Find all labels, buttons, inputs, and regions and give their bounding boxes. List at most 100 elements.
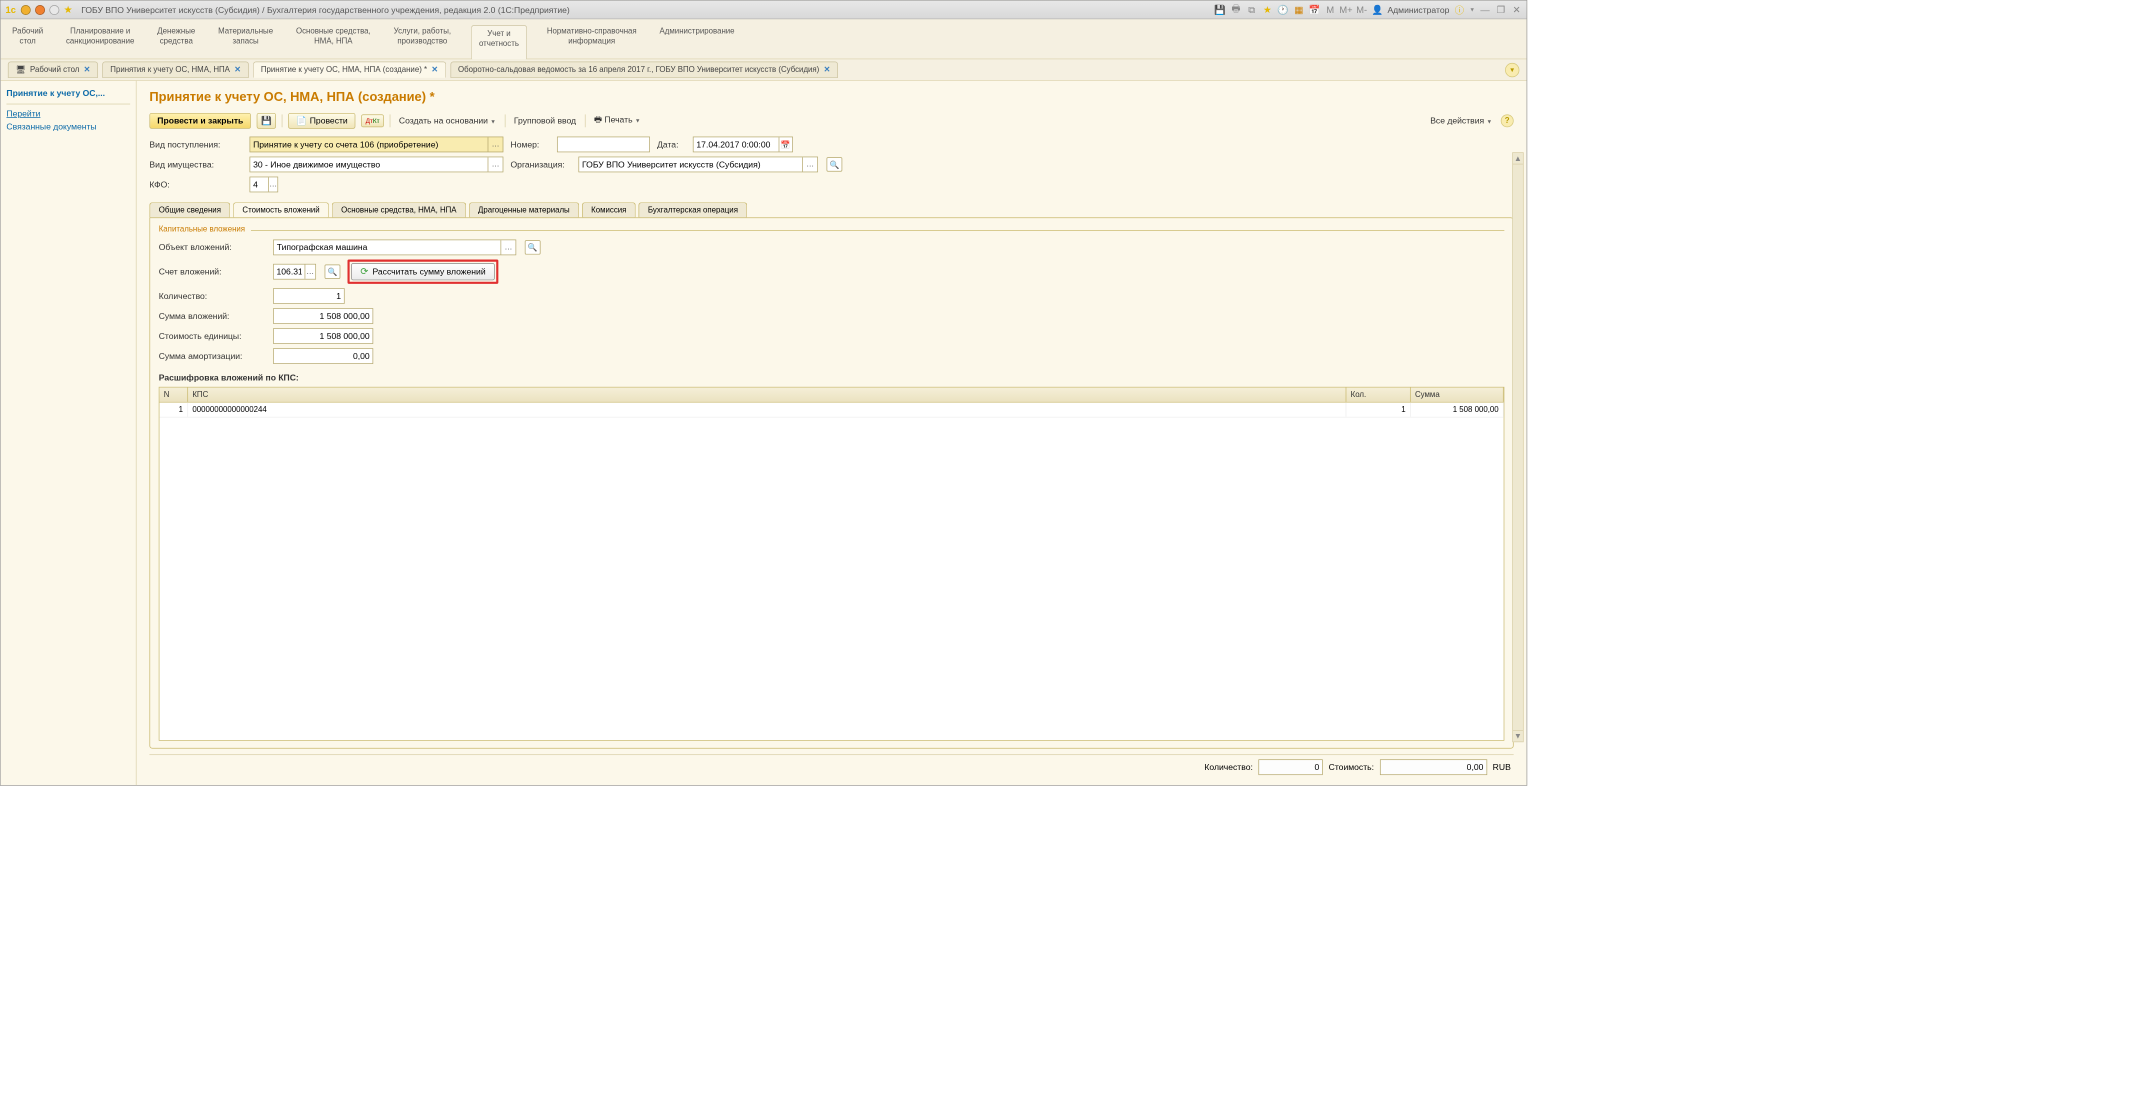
property-type-input[interactable]: …	[250, 157, 504, 173]
sidebar-link-related[interactable]: Связанные документы	[6, 122, 130, 132]
ellipsis-icon[interactable]: …	[488, 157, 503, 171]
col-kps[interactable]: КПС	[188, 388, 1346, 402]
search-icon[interactable]: 🔍	[525, 240, 541, 254]
cell-kps: 00000000000000244	[188, 403, 1346, 417]
search-icon[interactable]: 🔍	[827, 157, 843, 171]
section-services[interactable]: Услуги, работы, производство	[391, 25, 454, 48]
col-qty[interactable]: Кол.	[1346, 388, 1410, 402]
footer-currency: RUB	[1493, 762, 1511, 772]
copy-icon[interactable]: ⧉	[1246, 4, 1257, 15]
tab-close-icon[interactable]: ✕	[234, 65, 241, 74]
all-actions-button[interactable]: Все действия ▼	[1427, 114, 1495, 127]
tab-close-icon[interactable]: ✕	[431, 65, 438, 74]
m-minus-button[interactable]: M-	[1356, 4, 1367, 15]
dt-kt-button[interactable]: ДтКт	[361, 114, 384, 127]
qty-label: Количество:	[159, 291, 266, 301]
depr-input[interactable]	[273, 348, 373, 364]
window-min-icon[interactable]	[21, 5, 31, 15]
sidebar-link-goto[interactable]: Перейти	[6, 109, 130, 119]
tab-close-icon[interactable]: ✕	[824, 65, 831, 74]
org-input[interactable]: …	[578, 157, 818, 173]
number-input[interactable]	[557, 137, 650, 153]
qty-input[interactable]	[273, 288, 344, 304]
tab-assets[interactable]: Основные средства, НМА, НПА	[332, 202, 466, 217]
section-planning[interactable]: Планирование и санкционирование	[63, 25, 137, 48]
footer-cost-input[interactable]	[1380, 759, 1487, 775]
section-reference[interactable]: Нормативно-справочная информация	[544, 25, 640, 48]
kfo-input[interactable]: …	[250, 177, 279, 193]
print-icon[interactable]: 🖶	[1230, 4, 1241, 15]
tab-cost[interactable]: Стоимость вложений	[233, 202, 329, 217]
number-label: Номер:	[511, 139, 550, 149]
maximize-icon[interactable]: ❐	[1495, 4, 1506, 15]
group-input-button[interactable]: Групповой ввод	[511, 114, 579, 127]
ellipsis-icon[interactable]: …	[488, 137, 503, 151]
tab-commission[interactable]: Комиссия	[582, 202, 636, 217]
ellipsis-icon[interactable]: …	[501, 240, 516, 254]
tab-accounting-op[interactable]: Бухгалтерская операция	[639, 202, 748, 217]
tab-label: Принятия к учету ОС, НМА, НПА	[110, 65, 230, 74]
user-label[interactable]: Администратор	[1387, 5, 1449, 15]
form-tab-control: Общие сведения Стоимость вложений Основн…	[149, 202, 1513, 217]
calculator-icon[interactable]: ▦	[1293, 4, 1304, 15]
footer-qty-input[interactable]	[1259, 759, 1323, 775]
scroll-down-icon[interactable]: ▼	[1513, 730, 1523, 741]
unit-cost-input[interactable]	[273, 328, 373, 344]
tab-asset-list[interactable]: Принятия к учету ОС, НМА, НПА ✕	[102, 61, 248, 77]
section-admin[interactable]: Администрирование	[657, 25, 738, 38]
history-icon[interactable]: 🕐	[1277, 4, 1288, 15]
save-icon[interactable]: 💾	[1214, 4, 1225, 15]
date-input[interactable]: 📅	[693, 137, 793, 153]
receipt-type-input[interactable]: …	[250, 137, 504, 153]
post-and-close-button[interactable]: Провести и закрыть	[149, 113, 251, 129]
section-assets[interactable]: Основные средства, НМА, НПА	[293, 25, 374, 48]
object-input[interactable]: …	[273, 240, 516, 256]
tab-label: Принятие к учету ОС, НМА, НПА (создание)…	[261, 65, 427, 74]
tab-turnover-balance[interactable]: Оборотно-сальдовая ведомость за 16 апрел…	[450, 61, 838, 77]
tab-precious[interactable]: Драгоценные материалы	[469, 202, 579, 217]
scroll-up-icon[interactable]: ▲	[1513, 153, 1523, 164]
minimize-icon[interactable]: —	[1479, 4, 1490, 15]
favorites-icon[interactable]: ★	[1262, 4, 1273, 15]
save-button[interactable]: 💾	[257, 113, 276, 129]
scrollbar[interactable]: ▲ ▼	[1512, 152, 1523, 742]
kfo-label: КФО:	[149, 179, 242, 189]
grid-row[interactable]: 1 00000000000000244 1 1 508 000,00	[159, 403, 1503, 418]
tab-asset-create[interactable]: Принятие к учету ОС, НМА, НПА (создание)…	[253, 61, 446, 77]
calendar-icon[interactable]: 📅	[1309, 4, 1320, 15]
tab-general[interactable]: Общие сведения	[149, 202, 230, 217]
section-accounting[interactable]: Учет и отчетность	[471, 25, 527, 59]
star-icon[interactable]: ★	[64, 4, 73, 16]
info-icon[interactable]: ⓘ	[1454, 4, 1465, 15]
calendar-icon[interactable]: 📅	[779, 137, 793, 151]
col-n[interactable]: N	[159, 388, 188, 402]
kps-grid[interactable]: N КПС Кол. Сумма 1 00000000000000244 1 1…	[159, 387, 1505, 741]
ellipsis-icon[interactable]: …	[802, 157, 817, 171]
section-materials[interactable]: Материальные запасы	[215, 25, 276, 48]
account-input[interactable]: …	[273, 264, 316, 280]
create-on-base-button[interactable]: Создать на основании ▼	[396, 114, 499, 127]
tab-desktop[interactable]: 🖥 Рабочий стол ✕	[8, 61, 98, 77]
m-button[interactable]: M	[1325, 4, 1336, 15]
ellipsis-icon[interactable]: …	[268, 177, 277, 191]
post-button[interactable]: 📄Провести	[288, 113, 355, 129]
section-cash[interactable]: Денежные средства	[154, 25, 198, 48]
info-dropdown-icon[interactable]: ▼	[1469, 6, 1475, 12]
m-plus-button[interactable]: M+	[1340, 4, 1351, 15]
section-desktop[interactable]: Рабочий стол	[9, 25, 46, 48]
window-close-icon[interactable]	[35, 5, 45, 15]
print-button[interactable]: 🖶 Печать ▼	[591, 112, 643, 130]
window-title: ГОБУ ВПО Университет искусств (Субсидия)…	[81, 5, 570, 15]
fieldset-label: Капитальные вложения	[159, 225, 245, 234]
page-title: Принятие к учету ОС, НМА, НПА (создание)…	[149, 89, 1513, 104]
search-icon[interactable]: 🔍	[325, 265, 341, 279]
calculate-button[interactable]: ⟳ Рассчитать сумму вложений	[351, 263, 495, 280]
ellipsis-icon[interactable]: …	[304, 265, 315, 279]
tab-close-icon[interactable]: ✕	[84, 65, 91, 74]
help-button[interactable]: ?	[1501, 114, 1514, 127]
tabs-menu-button[interactable]: ▼	[1505, 63, 1519, 77]
sum-input[interactable]	[273, 308, 373, 324]
tab-label: Оборотно-сальдовая ведомость за 16 апрел…	[458, 65, 819, 74]
close-icon[interactable]: ✕	[1511, 4, 1522, 15]
col-sum[interactable]: Сумма	[1411, 388, 1504, 402]
